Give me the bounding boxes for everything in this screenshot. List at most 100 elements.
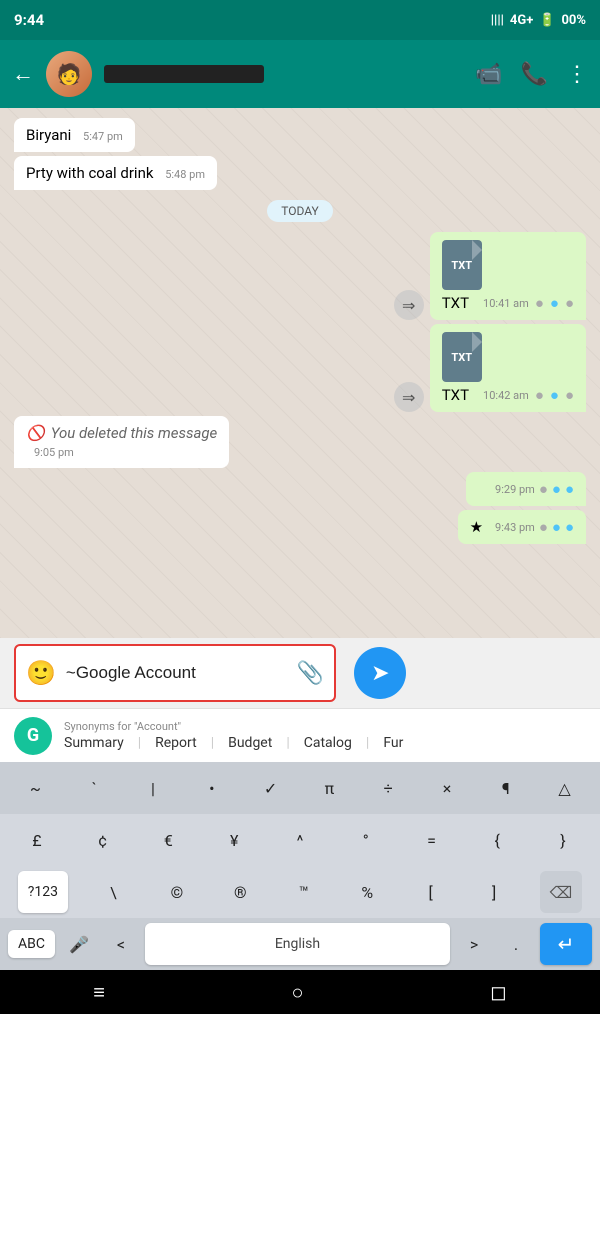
message-input[interactable] — [66, 663, 287, 683]
attach-button[interactable]: 📎 — [297, 661, 324, 686]
star-icon: ★ — [470, 518, 483, 536]
dot-gray-1b: ● — [565, 294, 574, 312]
dot-blue-2: ● — [550, 386, 559, 404]
kb-euro[interactable]: € — [150, 819, 186, 861]
kb-pipe[interactable]: | — [135, 767, 171, 809]
status-right: |||| 4G+ 🔋 00% — [491, 13, 586, 28]
kb-numeric-toggle[interactable]: ?123 — [18, 871, 68, 913]
kb-equals[interactable]: = — [413, 819, 449, 861]
msg-outgoing-blank-1: 9:29 pm ● ● ● — [466, 472, 586, 506]
kb-times[interactable]: × — [429, 767, 465, 809]
kb-backspace[interactable]: ⌫ — [540, 871, 583, 913]
keyboard: ~ ` | • ✓ π ÷ × ¶ △ £ ¢ € ¥ ^ ° = { } ?1… — [0, 762, 600, 970]
contact-name-redacted — [104, 65, 264, 83]
kb-pilcrow[interactable]: ¶ — [488, 767, 524, 809]
kb-space-bar[interactable]: English — [145, 923, 450, 965]
suggestion-catalog[interactable]: Catalog — [304, 735, 352, 751]
menu-icon[interactable]: ⋮ — [566, 62, 588, 87]
forward-icon-1[interactable]: ⇒ — [394, 290, 424, 320]
kb-dot-key[interactable]: . — [498, 923, 534, 965]
kb-pi[interactable]: π — [311, 767, 347, 809]
chat-header: ← 🧑 📹 📞 ⋮ — [0, 40, 600, 108]
kb-enter-button[interactable]: ↵ — [540, 923, 592, 965]
suggestion-summary[interactable]: Summary — [64, 735, 124, 751]
phone-icon[interactable]: 📞 — [521, 62, 548, 87]
kb-percent[interactable]: % — [349, 871, 385, 913]
forward-icon-2[interactable]: ⇒ — [394, 382, 424, 412]
avatar[interactable]: 🧑 — [46, 51, 92, 97]
file-msg-1: TXT TXT 10:41 am ● ● ● — [442, 240, 574, 312]
msg-incoming-deleted: 🚫 You deleted this message 9:05 pm — [14, 416, 229, 468]
kb-backslash[interactable]: \ — [95, 871, 131, 913]
dot-gray-1: ● — [535, 294, 544, 312]
deleted-time: 9:05 pm — [34, 446, 74, 459]
input-bar[interactable]: 🙂 📎 — [14, 644, 336, 702]
blank-time-2: 9:43 pm — [495, 521, 535, 534]
kb-lbracket[interactable]: [ — [413, 871, 449, 913]
suggestion-report[interactable]: Report — [155, 735, 197, 751]
space-label: English — [275, 936, 320, 952]
signal-icon: |||| — [491, 13, 504, 28]
msg-incoming-prty: Prty with coal drink 5:48 pm — [14, 156, 217, 190]
deleted-label: You deleted this message — [51, 424, 218, 442]
txt-icon-1: TXT — [442, 240, 482, 290]
suggestion-budget[interactable]: Budget — [228, 735, 272, 751]
header-icons: 📹 📞 ⋮ — [475, 62, 588, 87]
today-label: TODAY — [281, 204, 319, 218]
deleted-msg-text: 🚫 You deleted this message — [26, 424, 217, 442]
kb-divide[interactable]: ÷ — [370, 767, 406, 809]
grammarly-suggestions: Summary | Report | Budget | Catalog | Fu… — [64, 735, 586, 751]
status-bar: 9:44 |||| 4G+ 🔋 00% — [0, 0, 600, 40]
message-blank-1: 9:29 pm ● ● ● — [14, 472, 586, 506]
kb-registered[interactable]: ® — [222, 871, 258, 913]
kb-lt-key[interactable]: < — [103, 923, 139, 965]
suggestion-fur[interactable]: Fur — [383, 735, 403, 751]
message-biryani: Biryani 5:47 pm — [14, 118, 586, 152]
kb-rbracket[interactable]: ] — [476, 871, 512, 913]
message-prty: Prty with coal drink 5:48 pm — [14, 156, 586, 190]
kb-abc-button[interactable]: ABC — [8, 930, 55, 958]
grammarly-logo: G — [14, 717, 52, 755]
nav-bar: ≡ ○ ◻ — [0, 970, 600, 1014]
msg-outgoing-blank-2: ★ 9:43 pm ● ● ● — [458, 510, 586, 544]
kb-mic-icon[interactable]: 🎤 — [61, 923, 97, 965]
nav-back-icon[interactable]: ◻ — [490, 980, 507, 1004]
kb-rbrace[interactable]: } — [545, 819, 581, 861]
video-call-icon[interactable]: 📹 — [475, 62, 502, 87]
send-button[interactable]: ➤ — [354, 647, 406, 699]
msg-time-prty: 5:48 pm — [165, 168, 205, 181]
msg-text-prty: Prty with coal drink — [26, 164, 153, 182]
kb-cent[interactable]: ¢ — [85, 819, 121, 861]
kb-triangle[interactable]: △ — [547, 767, 583, 809]
dot-gray-2b: ● — [565, 386, 574, 404]
nav-menu-icon[interactable]: ≡ — [93, 980, 105, 1005]
kb-tilde[interactable]: ~ — [17, 767, 53, 809]
file-time-2: 10:42 am — [483, 389, 529, 402]
msg-text-biryani: Biryani — [26, 126, 71, 144]
input-row: 🙂 📎 ➤ — [0, 638, 600, 708]
file-msg-2: TXT TXT 10:42 am ● ● ● — [442, 332, 574, 404]
emoji-button[interactable]: 🙂 — [26, 659, 56, 687]
back-button[interactable]: ← — [12, 61, 34, 87]
kb-pound[interactable]: £ — [19, 819, 55, 861]
kb-gt-key[interactable]: > — [456, 923, 492, 965]
kb-copyright[interactable]: © — [159, 871, 195, 913]
kb-caret[interactable]: ^ — [282, 819, 318, 861]
kb-bullet[interactable]: • — [194, 767, 230, 809]
kb-check[interactable]: ✓ — [253, 767, 289, 809]
nav-home-icon[interactable]: ○ — [291, 980, 303, 1005]
today-divider: TODAY — [14, 194, 586, 228]
kb-trademark[interactable]: ™ — [286, 871, 322, 913]
msg-outgoing-file-1: TXT TXT 10:41 am ● ● ● — [430, 232, 586, 320]
kb-yen[interactable]: ¥ — [216, 819, 252, 861]
kb-degree[interactable]: ° — [348, 819, 384, 861]
contact-name-block[interactable] — [104, 65, 463, 83]
file-label-2: TXT — [442, 386, 469, 404]
kb-backtick[interactable]: ` — [76, 767, 112, 809]
status-time: 9:44 — [14, 11, 44, 29]
kb-lbrace[interactable]: { — [479, 819, 515, 861]
message-file-1: ⇒ TXT TXT 10:41 am ● ● ● — [14, 232, 586, 320]
kb-bottom-row: ABC 🎤 < English > . ↵ — [0, 918, 600, 970]
txt-icon-2: TXT — [442, 332, 482, 382]
send-icon: ➤ — [371, 661, 389, 686]
